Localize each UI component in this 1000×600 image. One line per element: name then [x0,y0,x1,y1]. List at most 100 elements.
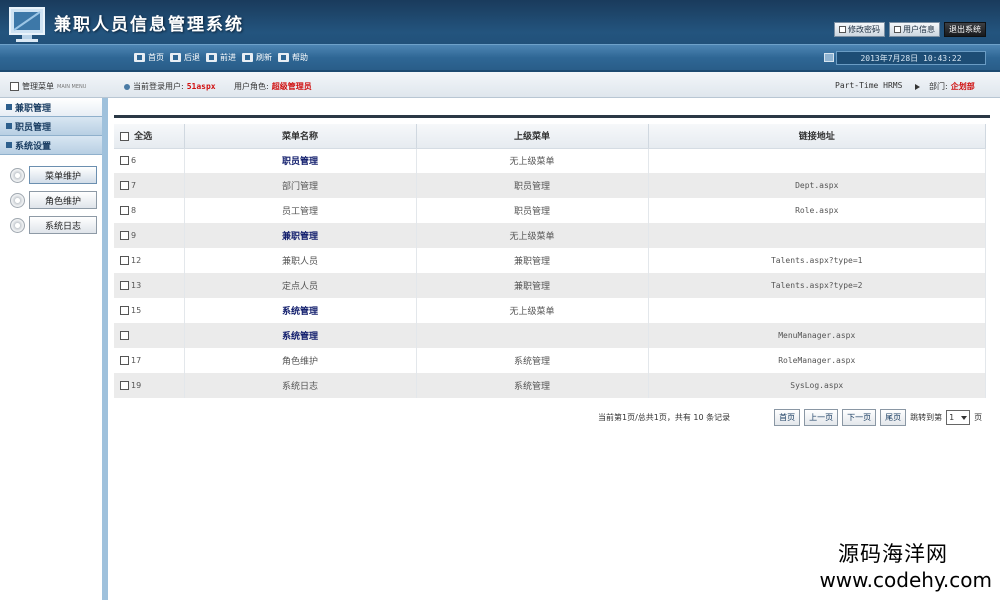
row-checkbox[interactable] [120,355,129,365]
system-log-button[interactable]: 系统日志 [29,216,97,234]
logout-button[interactable]: 退出系统 [944,22,986,37]
row-id: 17 [131,355,142,365]
select-all-checkbox[interactable] [120,132,129,142]
row-checkbox[interactable] [120,305,129,315]
row-id: 19 [131,380,142,390]
app-title: 兼职人员信息管理系统 [54,15,244,35]
sidebar-item-system-log: 系统日志 [10,214,102,236]
bullet-icon [6,104,12,110]
nav-back[interactable]: 后退 [170,52,200,63]
help-icon [278,53,289,62]
page-suffix: 页 [974,413,983,422]
pager: 当前第1页/总共1页，共有 10 条记录 首页 上一页 下一页 尾页 跳转到第 … [598,409,982,426]
row-checkbox[interactable] [120,330,129,340]
row-parent-menu: 无上级菜单 [416,223,649,248]
row-id: 7 [131,180,137,190]
row-menu-name: 定点人员 [184,273,417,298]
row-menu-name: 员工管理 [184,198,417,223]
prev-page-button[interactable]: 上一页 [804,409,839,426]
row-select-cell[interactable]: 17 [114,348,185,373]
nav-help[interactable]: 帮助 [278,52,308,63]
arrow-right-icon [915,83,920,90]
sidebar-section-settings[interactable]: 系统设置 [0,136,102,155]
last-page-button[interactable]: 尾页 [880,409,907,426]
user-role-info: 用户角色: 超级管理员 [234,81,312,92]
nav-items: 首页 后退 前进 刷新 帮助 [134,52,308,63]
user-info-button[interactable]: 用户信息 [889,22,940,37]
table-row[interactable]: 13 定点人员 兼职管理 Talents.aspx?type=2 [114,273,986,298]
row-select-cell[interactable]: 9 [114,223,185,248]
table-row[interactable]: 8 员工管理 职员管理 Role.aspx [114,198,986,223]
nav-forward[interactable]: 前进 [206,52,236,63]
row-select-cell[interactable]: 15 [114,298,185,323]
row-select-cell[interactable]: 6 [114,148,185,173]
select-all-label: 全选 [134,132,153,143]
user-info-label: 用户信息 [903,25,935,34]
sidebar-section-label: 职员管理 [15,122,52,133]
table-header-row: 全选 菜单名称 上级菜单 链接地址 [114,124,986,149]
table-row[interactable]: 17 角色维护 系统管理 RoleManager.aspx [114,348,986,373]
role-label: 用户角色: [234,82,269,91]
row-checkbox[interactable] [120,205,129,215]
first-page-button[interactable]: 首页 [774,409,801,426]
row-checkbox[interactable] [120,155,129,165]
col-parent-menu: 上级菜单 [416,124,649,149]
pager-summary: 当前第1页/总共1页，共有 10 条记录 [598,413,731,422]
page-select[interactable]: 1 [946,410,971,425]
gear-icon [10,167,25,183]
table-row[interactable]: 6 职员管理 无上级菜单 [114,148,986,173]
row-link-url: MenuManager.aspx [648,323,986,348]
table-row[interactable]: 19 系统日志 系统管理 SysLog.aspx [114,373,986,398]
row-parent-menu: 无上级菜单 [416,148,649,173]
watermark-cn: 源码海洋网 [838,542,948,566]
row-parent-menu: 职员管理 [416,198,649,223]
nav-home[interactable]: 首页 [134,52,164,63]
table-row[interactable]: 12 兼职人员 兼职管理 Talents.aspx?type=1 [114,248,986,273]
row-checkbox[interactable] [120,180,129,190]
content-top-bar [114,98,990,118]
table-row[interactable]: 7 部门管理 职员管理 Dept.aspx [114,173,986,198]
row-parent-menu: 无上级菜单 [416,298,649,323]
row-select-cell[interactable]: 8 [114,198,185,223]
nav-refresh[interactable]: 刷新 [242,52,272,63]
table-body: 6 职员管理 无上级菜单 7 部门管理 职员管理 Dept.aspx 8 员工管理 职员管理 Rol… [114,148,986,398]
role-maintenance-button[interactable]: 角色维护 [29,191,97,209]
menu-maintenance-button[interactable]: 菜单维护 [29,166,97,184]
row-select-cell[interactable]: 12 [114,248,185,273]
row-checkbox[interactable] [120,230,129,240]
row-checkbox[interactable] [120,255,129,265]
nav-bar: 首页 后退 前进 刷新 帮助 2013年7月28日 10:43:22 [0,44,1000,70]
row-menu-name: 系统管理 [184,298,417,323]
row-select-cell[interactable]: 19 [114,373,185,398]
select-all-header[interactable]: 全选 [114,124,185,149]
current-user-info: 当前登录用户: 51aspx [124,81,216,92]
jump-label: 跳转到第 [910,413,943,422]
row-select-cell[interactable]: 13 [114,273,185,298]
table-row[interactable]: 系统管理 MenuManager.aspx [114,323,986,348]
row-link-url: Role.aspx [648,198,986,223]
row-menu-name: 兼职人员 [184,248,417,273]
table-row[interactable]: 15 系统管理 无上级菜单 [114,298,986,323]
row-parent-menu: 兼职管理 [416,273,649,298]
row-link-url: SysLog.aspx [648,373,986,398]
row-checkbox[interactable] [120,280,129,290]
row-checkbox[interactable] [120,380,129,390]
bullet-icon [6,142,12,148]
dept-info: 部门: 企划部 [915,81,975,92]
row-parent-menu: 职员管理 [416,173,649,198]
sidebar-section-parttime[interactable]: 兼职管理 [0,98,102,117]
dept-label: 部门: [929,82,948,91]
gear-icon [10,217,25,233]
change-password-button[interactable]: 修改密码 [834,22,885,37]
col-link-url: 链接地址 [648,124,986,149]
row-link-url: RoleManager.aspx [648,348,986,373]
user-dot-icon [124,83,130,90]
row-link-url [648,148,986,173]
table-row[interactable]: 9 兼职管理 无上级菜单 [114,223,986,248]
next-page-button[interactable]: 下一页 [842,409,877,426]
row-select-cell[interactable]: 7 [114,173,185,198]
row-menu-name: 兼职管理 [184,223,417,248]
row-select-cell[interactable] [114,323,185,348]
sidebar-section-staff[interactable]: 职员管理 [0,117,102,136]
row-parent-menu: 兼职管理 [416,248,649,273]
